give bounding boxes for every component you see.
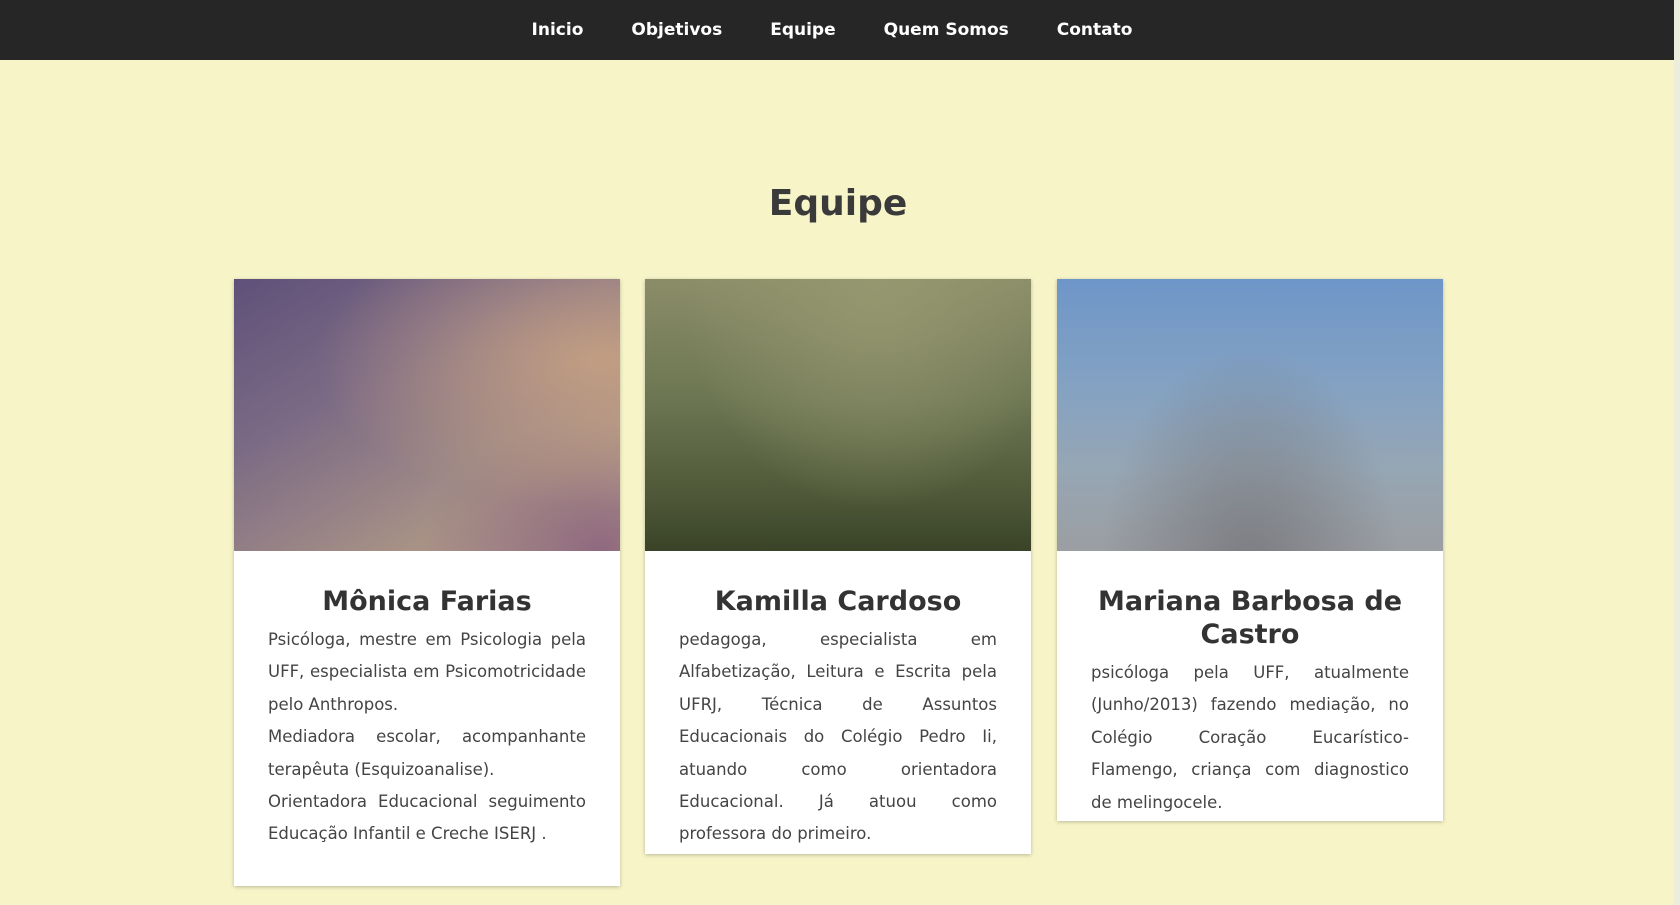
top-navigation: Inicio Objetivos Equipe Quem Somos Conta…: [0, 0, 1680, 60]
team-member-bio: Mediadora escolar, acompanhante terapêut…: [268, 727, 586, 779]
team-member-photo: [234, 279, 620, 551]
team-member-card: Mônica Farias Psicóloga, mestre em Psico…: [234, 279, 620, 886]
page-scrollbar[interactable]: [1674, 0, 1680, 905]
team-member-card: Mariana Barbosa de Castro psicóloga pela…: [1057, 279, 1443, 821]
team-member-name: Mariana Barbosa de Castro: [1097, 586, 1403, 650]
team-member-bio: Orientadora Educacional seguimento Educa…: [268, 792, 586, 844]
nav-link-equipe[interactable]: Equipe: [770, 20, 835, 40]
team-member-photo: [645, 279, 1031, 551]
team-member-photo: [1057, 279, 1443, 551]
card-body: Mônica Farias Psicóloga, mestre em Psico…: [234, 551, 620, 851]
team-member-card: Kamilla Cardoso pedagoga, especialista e…: [645, 279, 1031, 854]
team-member-name: Mônica Farias: [322, 586, 532, 617]
team-member-bio: psicóloga pela UFF, atualmente (Junho/20…: [1091, 663, 1409, 812]
nav-link-contato[interactable]: Contato: [1057, 20, 1133, 40]
nav-link-objetivos[interactable]: Objetivos: [631, 20, 722, 40]
card-body: Kamilla Cardoso pedagoga, especialista e…: [645, 551, 1031, 851]
team-member-bio: Psicóloga, mestre em Psicologia pela UFF…: [268, 630, 586, 714]
nav-link-quem-somos[interactable]: Quem Somos: [884, 20, 1009, 40]
card-body: Mariana Barbosa de Castro psicóloga pela…: [1057, 551, 1443, 819]
nav-menu: Inicio Objetivos Equipe Quem Somos Conta…: [0, 0, 1680, 60]
team-member-bio: pedagoga, especialista em Alfabetização,…: [679, 630, 997, 844]
nav-link-inicio[interactable]: Inicio: [532, 20, 584, 40]
team-member-name: Kamilla Cardoso: [714, 586, 962, 617]
section-title: Equipe: [768, 183, 908, 224]
